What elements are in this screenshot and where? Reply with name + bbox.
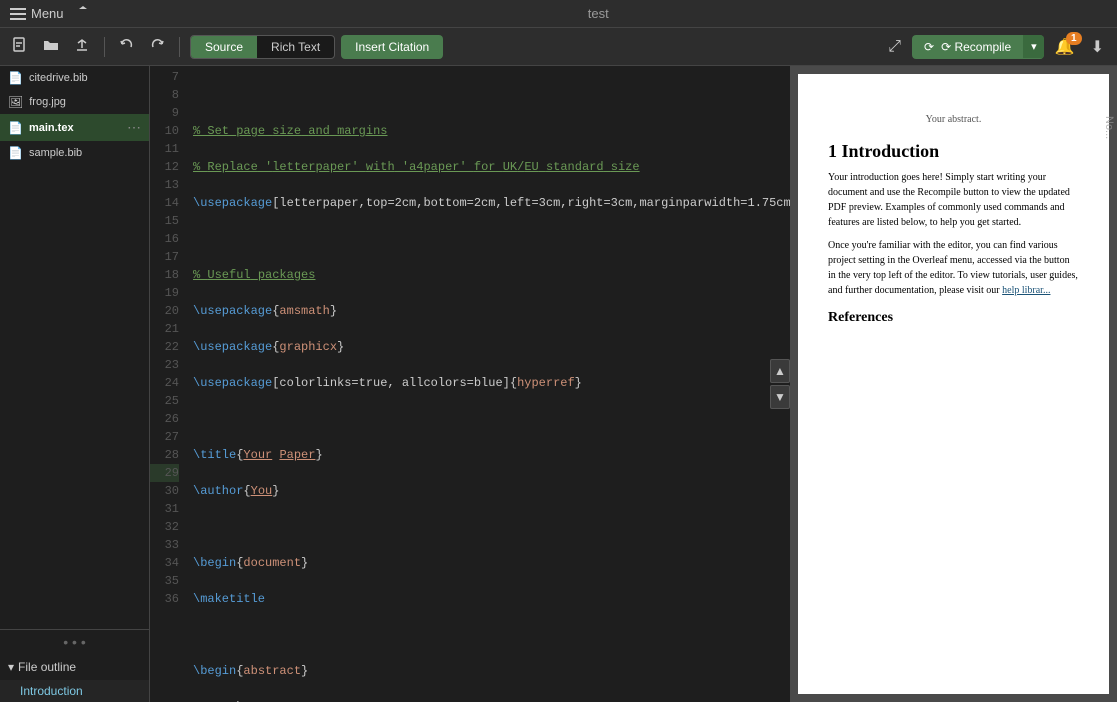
undo-icon	[120, 38, 134, 52]
file-item-frog[interactable]: 🖼 frog.jpg	[0, 90, 149, 114]
pdf-intro-body: Your introduction goes here! Simply star…	[828, 170, 1079, 230]
file-name-citedrive: citedrive.bib	[29, 72, 88, 84]
editor-nav: ▲ ▼	[770, 359, 790, 409]
file-item-citedrive[interactable]: 📄 citedrive.bib	[0, 66, 149, 90]
nav-down-arrow[interactable]: ▼	[770, 385, 790, 409]
recompile-dropdown-button[interactable]: ▾	[1023, 35, 1044, 58]
new-file-button[interactable]	[8, 34, 32, 59]
source-tab[interactable]: Source	[191, 36, 257, 58]
pdf-section-title-1: 1 Introduction	[828, 141, 1079, 162]
expand-button[interactable]: ⤢	[883, 35, 906, 59]
outline-item-label: Introduction	[20, 684, 83, 698]
upload-icon[interactable]	[76, 5, 90, 19]
chevron-down-icon: ▾	[8, 660, 14, 674]
download-button[interactable]: ⬇	[1086, 34, 1109, 60]
code-editor[interactable]: % Set page size and margins % Replace 'l…	[185, 66, 790, 702]
menu-label: Menu	[31, 6, 64, 21]
hamburger-icon	[10, 6, 26, 22]
pdf-references: References	[828, 310, 1079, 326]
bib-file-icon: 📄	[8, 71, 23, 85]
pdf-intro-text: Your introduction goes here! Simply star…	[828, 172, 1070, 228]
redo-icon	[150, 38, 164, 52]
new-file-icon	[13, 37, 27, 53]
recompile-button[interactable]: ⟳ ⟳ Recompile	[912, 35, 1023, 59]
tex-file-icon: 📄	[8, 121, 23, 135]
pdf-section-num: 1	[828, 141, 837, 161]
file-item-sample[interactable]: 📄 sample.bib	[0, 141, 149, 165]
page-title: test	[90, 6, 1107, 21]
editor-scroll[interactable]: 7 8 9 10 11 12 13 14 15 16 17 18 19 20 2…	[150, 66, 790, 702]
file-name-sample: sample.bib	[29, 147, 82, 159]
pdf-refs-title: References	[828, 310, 1079, 326]
recompile-icon: ⟳	[924, 40, 934, 54]
folder-icon	[43, 38, 59, 52]
toolbar: Source Rich Text Insert Citation ⤢ ⟳ ⟳ R…	[0, 28, 1117, 66]
notification-button[interactable]: 🔔 1	[1050, 34, 1080, 60]
pdf-section-1: 1 Introduction Your introduction goes he…	[828, 141, 1079, 298]
jpg-file-icon: 🖼	[8, 95, 23, 109]
line-numbers: 7 8 9 10 11 12 13 14 15 16 17 18 19 20 2…	[150, 66, 185, 702]
file-item-main[interactable]: 📄 main.tex ⋯	[0, 114, 149, 141]
sample-bib-icon: 📄	[8, 146, 23, 160]
file-outline-toggle[interactable]: ▾ File outline	[0, 654, 149, 680]
sidebar-bottom: • • • ▾ File outline Introduction	[0, 629, 149, 702]
upload-button[interactable]	[70, 35, 94, 58]
pdf-abstract: Your abstract.	[828, 114, 1079, 125]
sidebar: 📄 citedrive.bib 🖼 frog.jpg 📄 main.tex ⋯ …	[0, 66, 150, 702]
menu-button[interactable]: Menu	[10, 6, 64, 22]
topbar: Menu test	[0, 0, 1117, 28]
pdf-content: Your abstract. 1 Introduction Your intro…	[798, 74, 1109, 694]
pdf-intro-body2: Once you're familiar with the editor, yo…	[828, 238, 1079, 298]
editor-mode-tabs: Source Rich Text	[190, 35, 335, 59]
recompile-label: ⟳ Recompile	[941, 40, 1011, 54]
notification-badge: 1	[1066, 32, 1082, 45]
file-outline-label: File outline	[18, 660, 76, 674]
undo-button[interactable]	[115, 35, 139, 58]
outline-item-introduction[interactable]: Introduction	[0, 680, 149, 702]
pdf-help-link: help librar...	[1002, 285, 1050, 296]
file-more-icon[interactable]: ⋯	[127, 119, 141, 136]
nav-up-arrow[interactable]: ▲	[770, 359, 790, 383]
sidebar-dots: • • •	[0, 630, 149, 654]
separator-1	[104, 37, 105, 57]
upload-file-icon	[75, 38, 89, 52]
pdf-pane: Your abstract. 1 Introduction Your intro…	[790, 66, 1117, 702]
pdf-section-label: Introduction	[842, 141, 940, 161]
recompile-group: ⟳ ⟳ Recompile ▾	[912, 35, 1044, 59]
pdf-abstract-text: Your abstract.	[926, 114, 982, 125]
editor-container: 7 8 9 10 11 12 13 14 15 16 17 18 19 20 2…	[150, 66, 790, 702]
insert-citation-button[interactable]: Insert Citation	[341, 35, 443, 59]
main-area: 📄 citedrive.bib 🖼 frog.jpg 📄 main.tex ⋯ …	[0, 66, 1117, 702]
rich-text-tab[interactable]: Rich Text	[257, 36, 334, 58]
folder-button[interactable]	[38, 35, 64, 58]
redo-button[interactable]	[145, 35, 169, 58]
pdf-clip-text: No...	[1103, 116, 1115, 139]
file-name-frog: frog.jpg	[29, 96, 66, 108]
separator-2	[179, 37, 180, 57]
file-name-main: main.tex	[29, 122, 74, 134]
